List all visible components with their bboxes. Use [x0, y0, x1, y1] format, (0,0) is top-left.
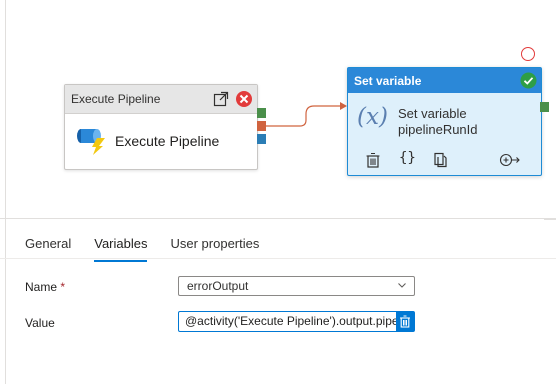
- variable-name-select[interactable]: errorOutput: [178, 276, 415, 296]
- tabs-bottom-border: [0, 258, 556, 259]
- variable-icon: (x): [357, 104, 388, 130]
- variable-value-text: @activity('Execute Pipeline').output.pip…: [185, 314, 414, 328]
- delete-activity-icon[interactable]: [235, 90, 253, 108]
- set-variable-label-line1: Set variable: [398, 106, 467, 121]
- completion-port[interactable]: [257, 134, 266, 144]
- pipeline-canvas[interactable]: Execute Pipeline Execute Pipeline Set va…: [0, 0, 556, 384]
- panel-edge: [544, 218, 556, 220]
- success-port[interactable]: [257, 108, 266, 118]
- set-variable-label-line2: pipelineRunId: [398, 122, 478, 137]
- execute-pipeline-icon: [77, 129, 105, 155]
- copy-icon[interactable]: [433, 152, 449, 168]
- add-output-icon[interactable]: [499, 152, 521, 168]
- set-variable-header-title: Set variable: [354, 73, 422, 88]
- required-marker: *: [60, 280, 66, 294]
- failure-port[interactable]: [257, 121, 266, 131]
- variable-name-value: errorOutput: [187, 279, 249, 293]
- clear-value-button[interactable]: [396, 312, 414, 331]
- panel-divider: [0, 218, 556, 219]
- set-variable-header: Set variable: [348, 68, 541, 93]
- tab-general[interactable]: General: [25, 236, 71, 257]
- tab-variables[interactable]: Variables: [94, 236, 148, 262]
- properties-tabs: General Variables User properties: [25, 236, 282, 262]
- braces-icon[interactable]: {}: [399, 150, 416, 166]
- trash-icon: [400, 315, 410, 328]
- execute-pipeline-header-title: Execute Pipeline: [71, 92, 161, 106]
- set-variable-success-port[interactable]: [540, 102, 549, 112]
- execute-pipeline-header: Execute Pipeline: [65, 85, 257, 114]
- value-field-label: Value: [25, 316, 55, 330]
- success-check-icon: [520, 72, 537, 89]
- set-variable-activity[interactable]: Set variable (x) Set variable pipelineRu…: [347, 67, 542, 176]
- delete-trash-icon[interactable]: [365, 152, 381, 168]
- open-external-icon[interactable]: [213, 91, 229, 107]
- chevron-down-icon: [398, 283, 406, 288]
- name-label-text: Name: [25, 280, 58, 294]
- validation-circle-icon: [521, 47, 535, 61]
- execute-pipeline-activity[interactable]: Execute Pipeline Execute Pipeline: [64, 84, 258, 170]
- tab-user-properties[interactable]: User properties: [170, 236, 259, 257]
- name-field-label: Name *: [25, 280, 65, 294]
- variable-value-input[interactable]: @activity('Execute Pipeline').output.pip…: [178, 311, 415, 332]
- execute-pipeline-label: Execute Pipeline: [115, 133, 220, 149]
